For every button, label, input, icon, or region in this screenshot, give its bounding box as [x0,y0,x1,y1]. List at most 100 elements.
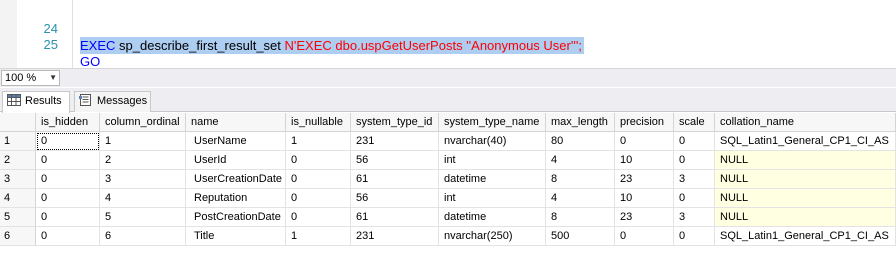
table-cell[interactable]: 0 [674,189,715,208]
table-cell[interactable]: 8 [546,170,615,189]
table-cell[interactable]: 0 [286,151,351,170]
table-cell[interactable]: 231 [351,227,439,246]
column-header[interactable]: system_type_id [351,113,439,132]
table-cell[interactable]: 0 [36,151,100,170]
table-cell[interactable]: 231 [351,132,439,151]
editor-gutter-divider [72,0,73,68]
table-cell[interactable]: 0 [615,227,674,246]
table-row[interactable]: 2 0 2 UserId 0 56 int 4 10 0 NULL [0,151,896,170]
row-number[interactable]: 1 [0,132,36,151]
table-row[interactable]: 1 0 1 UserName 1 231 nvarchar(40) 80 0 0… [0,132,896,151]
grid-header-row: is_hidden column_ordinal name is_nullabl… [0,113,896,132]
table-cell[interactable]: int [439,189,546,208]
table-cell[interactable]: 0 [36,208,100,227]
table-cell[interactable]: 2 [100,151,186,170]
row-number[interactable]: 4 [0,189,36,208]
column-header[interactable]: system_type_name [439,113,546,132]
table-cell[interactable]: 0 [286,208,351,227]
table-cell[interactable]: Title [186,227,286,246]
column-header[interactable]: name [186,113,286,132]
column-header[interactable]: precision [615,113,674,132]
table-cell[interactable]: PostCreationDate [186,208,286,227]
table-cell[interactable]: 3 [674,208,715,227]
string-literal: N'EXEC dbo.uspGetUserPosts ''Anonymous U… [284,38,582,53]
table-cell[interactable]: datetime [439,208,546,227]
table-cell[interactable]: Reputation [186,189,286,208]
zoom-bar: 100 % ▼ [0,68,896,87]
table-cell[interactable]: 1 [286,132,351,151]
column-header[interactable]: collation_name [715,113,896,132]
selected-code[interactable]: EXEC sp_describe_first_result_set N'EXEC… [80,37,584,54]
table-cell[interactable]: SQL_Latin1_General_CP1_CI_AS [715,227,896,246]
tab-results[interactable]: Results [2,91,70,113]
table-row[interactable]: 5 0 5 PostCreationDate 0 61 datetime 8 2… [0,208,896,227]
table-cell[interactable]: nvarchar(40) [439,132,546,151]
table-cell[interactable]: 0 [36,189,100,208]
table-cell[interactable]: UserCreationDate [186,170,286,189]
null-cell[interactable]: NULL [715,170,896,189]
table-row[interactable]: 6 0 6 Title 1 231 nvarchar(250) 500 0 0 … [0,227,896,246]
null-cell[interactable]: NULL [715,208,896,227]
table-cell[interactable]: SQL_Latin1_General_CP1_CI_AS [715,132,896,151]
null-cell[interactable]: NULL [715,151,896,170]
column-header[interactable]: is_hidden [36,113,100,132]
table-cell[interactable]: datetime [439,170,546,189]
table-cell[interactable]: int [439,151,546,170]
table-cell[interactable]: 56 [351,189,439,208]
table-cell[interactable]: 0 [615,132,674,151]
table-cell[interactable]: 23 [615,208,674,227]
table-cell[interactable]: 0 [36,227,100,246]
row-number[interactable]: 5 [0,208,36,227]
table-cell[interactable]: 61 [351,170,439,189]
table-cell[interactable]: 0 [36,132,100,151]
row-number[interactable]: 3 [0,170,36,189]
code-line-25[interactable]: 25 GO [0,19,101,69]
table-cell[interactable]: 23 [615,170,674,189]
table-cell[interactable]: nvarchar(250) [439,227,546,246]
go-keyword: GO [80,54,101,69]
table-cell[interactable]: 0 [286,170,351,189]
table-cell[interactable]: 0 [674,151,715,170]
table-cell[interactable]: 8 [546,208,615,227]
table-cell[interactable]: UserId [186,151,286,170]
code-line-24[interactable]: 24 EXEC sp_describe_first_result_set N'E… [0,3,584,54]
table-cell[interactable]: 10 [615,151,674,170]
column-header[interactable]: max_length [546,113,615,132]
table-row[interactable]: 3 0 3 UserCreationDate 0 61 datetime 8 2… [0,170,896,189]
table-cell[interactable]: 4 [546,189,615,208]
corner-cell[interactable] [0,113,36,132]
table-row[interactable]: 4 0 4 Reputation 0 56 int 4 10 0 NULL [0,189,896,208]
table-cell[interactable]: 0 [674,132,715,151]
table-cell[interactable]: 4 [100,189,186,208]
zoom-level-select[interactable]: 100 % ▼ [1,70,60,86]
row-number[interactable]: 6 [0,227,36,246]
table-cell[interactable]: UserName [186,132,286,151]
table-cell[interactable]: 0 [674,227,715,246]
table-cell[interactable]: 5 [100,208,186,227]
column-header[interactable]: is_nullable [286,113,351,132]
dropdown-arrow-icon[interactable]: ▼ [49,71,57,85]
table-cell[interactable]: 4 [546,151,615,170]
table-cell[interactable]: 61 [351,208,439,227]
table-cell[interactable]: 0 [36,170,100,189]
table-cell[interactable]: 56 [351,151,439,170]
table-cell[interactable]: 1 [100,132,186,151]
procedure-name: sp_describe_first_result_set [119,38,281,53]
sql-editor[interactable]: 24 EXEC sp_describe_first_result_set N'E… [0,0,896,69]
table-cell[interactable]: 0 [286,189,351,208]
column-header[interactable]: column_ordinal [100,113,186,132]
table-cell[interactable]: 6 [100,227,186,246]
table-cell[interactable]: 10 [615,189,674,208]
null-cell[interactable]: NULL [715,189,896,208]
column-header[interactable]: scale [674,113,715,132]
table-cell[interactable]: 1 [286,227,351,246]
table-cell[interactable]: 3 [100,170,186,189]
code-text[interactable]: EXEC sp_describe_first_result_set N'EXEC… [80,37,584,54]
table-cell[interactable]: 500 [546,227,615,246]
results-grid[interactable]: is_hidden column_ordinal name is_nullabl… [0,113,896,255]
table-cell[interactable]: 3 [674,170,715,189]
row-number[interactable]: 2 [0,151,36,170]
table-cell[interactable]: 80 [546,132,615,151]
messages-icon [79,94,93,106]
tab-messages[interactable]: Messages [74,91,151,112]
